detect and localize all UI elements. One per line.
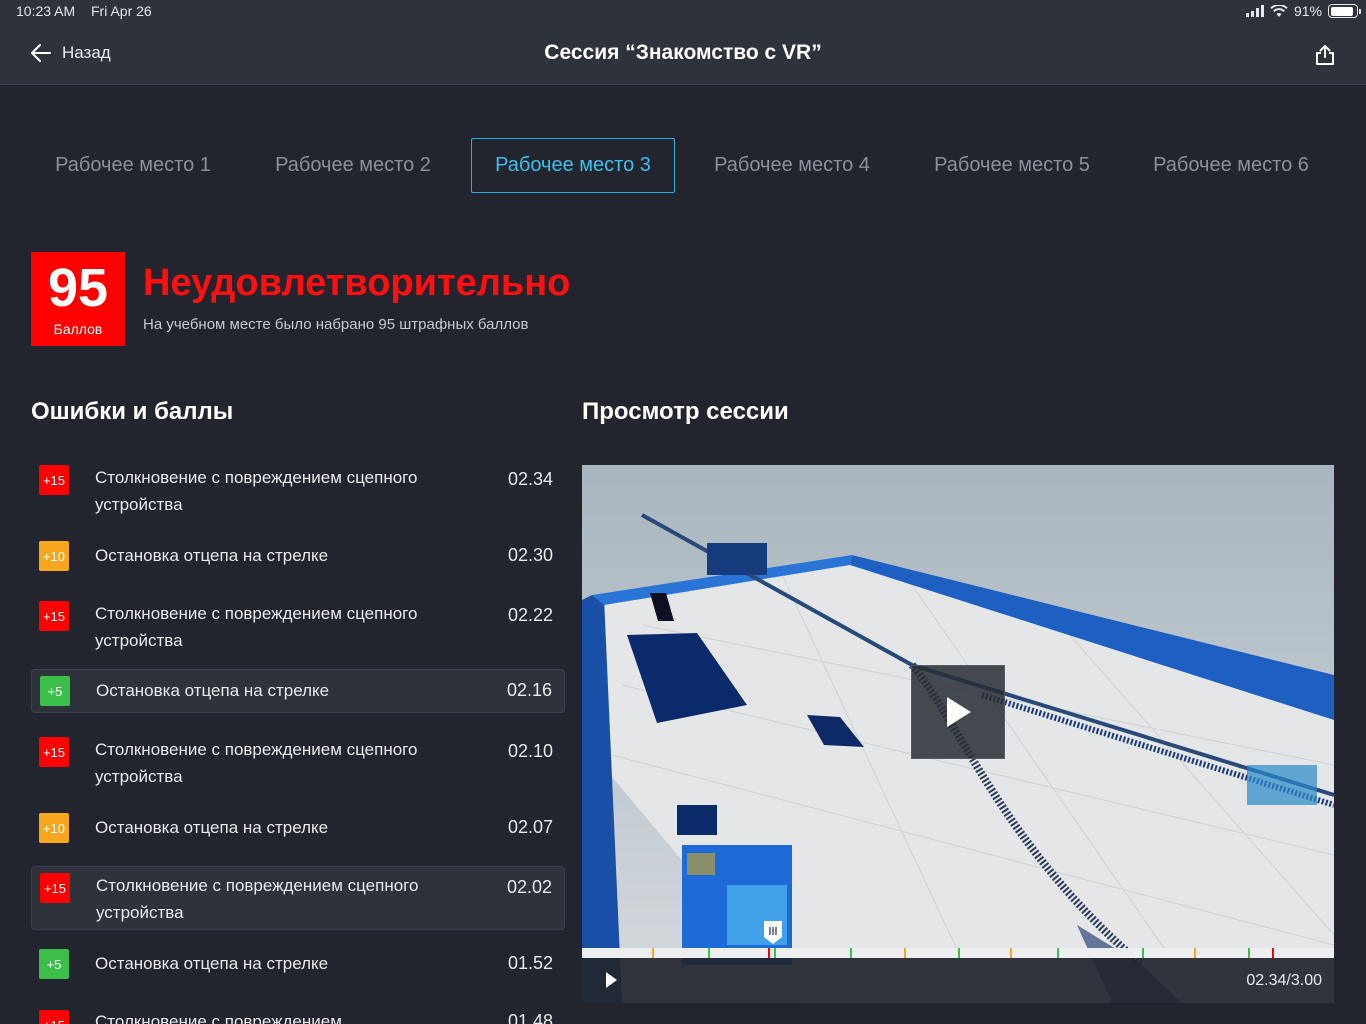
error-time: 02.02	[506, 877, 552, 897]
error-text: Столкновение с повреждением сцепного уст…	[95, 604, 418, 650]
tab-workplace-6[interactable]: Рабочее место 6	[1129, 138, 1333, 193]
timeline-marker[interactable]	[1248, 948, 1250, 958]
timeline-marker[interactable]	[774, 948, 776, 958]
list-item[interactable]: +15 Столкновение с повреждением сцепного…	[31, 866, 565, 930]
list-item[interactable]: +15 Столкновение с повреждением 01.48	[31, 1004, 565, 1024]
timeline-marker[interactable]	[652, 948, 654, 958]
play-icon	[606, 972, 617, 988]
points-badge: +15	[39, 601, 69, 631]
points-badge: +5	[40, 676, 70, 706]
points-badge: +15	[39, 737, 69, 767]
timeline-marker[interactable]	[904, 948, 906, 958]
error-time: 01.48	[507, 1011, 553, 1024]
points-badge: +15	[39, 465, 69, 495]
session-video-player[interactable]: 02.34/3.00	[582, 465, 1334, 1003]
video-heading: Просмотр сессии	[582, 398, 789, 425]
share-icon	[1316, 45, 1334, 65]
wifi-icon	[1270, 4, 1288, 17]
timeline-marker[interactable]	[1142, 948, 1144, 958]
timeline-marker[interactable]	[958, 948, 960, 958]
error-text: Остановка отцепа на стрелке	[96, 681, 330, 700]
error-time: 02.22	[507, 605, 553, 625]
workplace-tabs: Рабочее место 1 Рабочее место 2 Рабочее …	[0, 138, 1366, 193]
points-badge: +15	[39, 1010, 69, 1024]
error-text: Столкновение с повреждением	[95, 1012, 342, 1024]
timeline-marker[interactable]	[708, 948, 710, 958]
tab-workplace-3[interactable]: Рабочее место 3	[471, 138, 675, 193]
points-badge: +10	[39, 541, 69, 571]
score-value: 95	[47, 258, 109, 318]
video-controls: 02.34/3.00	[582, 958, 1334, 1003]
list-item[interactable]: +10 Остановка отцепа на стрелке 02.07	[31, 810, 565, 850]
status-bar: 10:23 AM Fri Apr 26 91%	[0, 0, 1366, 24]
video-timeline[interactable]	[582, 948, 1334, 958]
list-item[interactable]: +15 Столкновение с повреждением сцепного…	[31, 454, 565, 530]
score-verdict: Неудовлетворительно	[143, 262, 571, 304]
battery-percent: 91%	[1293, 3, 1322, 19]
error-time: 02.10	[507, 741, 553, 761]
error-time: 01.52	[507, 953, 553, 973]
score-badge: 95 Баллов	[31, 252, 125, 346]
status-date: Fri Apr 26	[91, 3, 152, 19]
scrubber-handle-icon	[764, 921, 782, 944]
status-time: 10:23 AM	[16, 3, 76, 19]
error-text: Остановка отцепа на стрелке	[95, 546, 329, 565]
error-text: Столкновение с повреждением сцепного уст…	[96, 876, 419, 922]
error-text: Остановка отцепа на стрелке	[95, 818, 329, 837]
timeline-marker[interactable]	[768, 948, 770, 958]
battery-fill	[1330, 6, 1354, 16]
score-unit: Баллов	[53, 321, 103, 337]
status-indicators: 91%	[1245, 3, 1361, 19]
list-item[interactable]: +5 Остановка отцепа на стрелке 02.16	[31, 669, 565, 713]
page-title: Сессия “Знакомство с VR”	[544, 41, 822, 64]
play-overlay-button[interactable]	[911, 665, 1005, 759]
points-badge: +5	[39, 949, 69, 979]
points-badge: +10	[39, 813, 69, 843]
timeline-marker[interactable]	[1057, 948, 1059, 958]
battery-icon	[1328, 4, 1361, 18]
timeline-marker[interactable]	[1010, 948, 1012, 958]
tab-workplace-1[interactable]: Рабочее место 1	[31, 138, 235, 193]
errors-heading: Ошибки и баллы	[31, 398, 234, 425]
error-time: 02.34	[507, 469, 553, 489]
error-text: Столкновение с повреждением сцепного уст…	[95, 740, 418, 786]
error-text: Остановка отцепа на стрелке	[95, 954, 329, 973]
tab-workplace-5[interactable]: Рабочее место 5	[910, 138, 1114, 193]
error-time: 02.30	[507, 545, 553, 565]
play-icon	[947, 697, 971, 727]
error-time: 02.07	[507, 817, 553, 837]
list-item[interactable]: +5 Остановка отцепа на стрелке 01.52	[31, 946, 565, 986]
points-badge: +15	[40, 873, 70, 903]
error-time: 02.16	[506, 680, 552, 700]
video-time: 02.34/3.00	[1246, 972, 1322, 989]
error-text: Столкновение с повреждением сцепного уст…	[95, 468, 418, 514]
signal-icon	[1245, 5, 1264, 17]
list-item[interactable]: +15 Столкновение с повреждением сцепного…	[31, 590, 565, 666]
timeline-marker[interactable]	[1194, 948, 1196, 958]
score-description: На учебном месте было набрано 95 штрафны…	[143, 316, 529, 333]
list-item[interactable]: +15 Столкновение с повреждением сцепного…	[31, 726, 565, 802]
tab-workplace-2[interactable]: Рабочее место 2	[251, 138, 455, 193]
timeline-marker[interactable]	[1272, 948, 1274, 958]
play-button[interactable]	[604, 971, 618, 989]
list-item[interactable]: +10 Остановка отцепа на стрелке 02.30	[31, 538, 565, 578]
nav-bar: Назад Сессия “Знакомство с VR”	[0, 24, 1366, 85]
timeline-scrubber[interactable]	[762, 919, 784, 945]
timeline-marker[interactable]	[850, 948, 852, 958]
tab-workplace-4[interactable]: Рабочее место 4	[690, 138, 894, 193]
share-button[interactable]	[1314, 44, 1336, 71]
